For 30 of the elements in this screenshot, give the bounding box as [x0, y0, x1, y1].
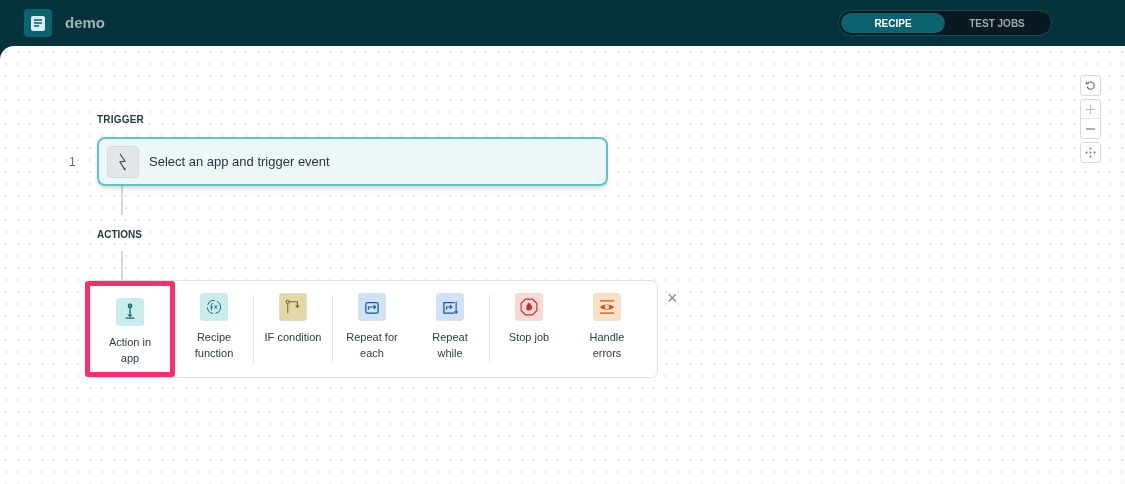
reset-view-button[interactable]	[1080, 75, 1101, 96]
function-icon	[200, 293, 228, 321]
reset-icon	[1085, 80, 1096, 91]
view-tab[interactable]: TEST JOBS	[945, 13, 1049, 33]
minus-icon	[1086, 127, 1095, 130]
branch-icon	[279, 293, 307, 321]
action-option[interactable]: Recipe function	[175, 281, 253, 377]
recipe-title: demo	[65, 12, 105, 33]
eye-icon	[593, 293, 621, 321]
action-option[interactable]: IF condition	[254, 281, 332, 377]
action-option[interactable]: Repeat while	[411, 281, 489, 377]
fit-view-button[interactable]	[1080, 142, 1101, 163]
trigger-step-card[interactable]: Select an app and trigger event	[97, 137, 608, 186]
view-tab[interactable]: RECIPE	[841, 13, 945, 33]
document-icon	[31, 15, 45, 31]
loop-icon	[358, 293, 386, 321]
plus-icon	[1086, 104, 1095, 114]
section-heading: ACTIONS	[97, 228, 142, 242]
action-option[interactable]: Stop job	[490, 281, 568, 377]
action-option[interactable]: Repeat for each	[333, 281, 411, 377]
lightning-icon	[107, 145, 139, 178]
fit-icon	[1085, 147, 1096, 158]
pin-icon	[116, 298, 144, 326]
step-number: 1	[69, 153, 76, 171]
section-heading: TRIGGER	[97, 113, 144, 127]
action-option[interactable]: Action in app	[85, 281, 175, 377]
loop-icon	[436, 293, 464, 321]
action-option[interactable]: Handle errors	[568, 281, 646, 377]
close-button[interactable]: ×	[667, 289, 678, 307]
hand-icon	[515, 293, 543, 321]
